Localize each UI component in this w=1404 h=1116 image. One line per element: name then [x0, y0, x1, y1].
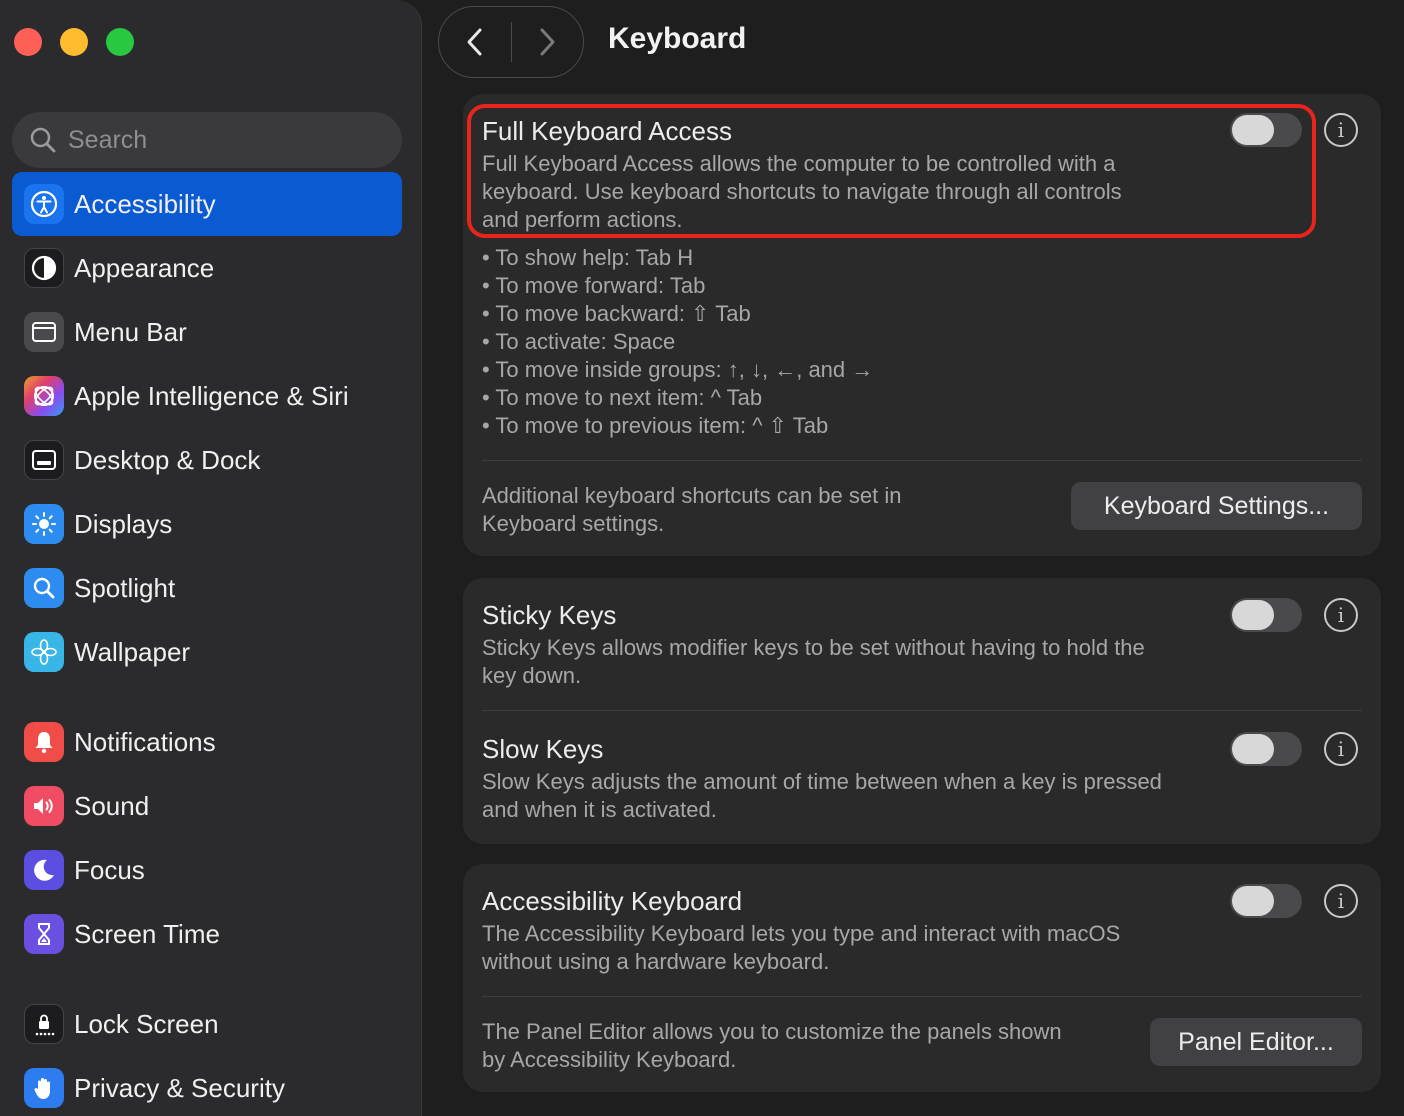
description-line: and when it is activated.: [482, 797, 717, 822]
sidebar-item-label: Accessibility: [74, 188, 216, 219]
toggle-knob: [1232, 734, 1274, 764]
minimize-window-button[interactable]: [60, 28, 88, 56]
shortcut-item: To move forward: Tab: [482, 272, 873, 300]
sidebar-item-label: Lock Screen: [74, 1008, 219, 1039]
sidebar-item-privacy-security[interactable]: Privacy & Security: [12, 1056, 402, 1116]
dock-icon: [24, 440, 64, 480]
sidebar-item-notifications[interactable]: Notifications: [12, 710, 402, 774]
additional-shortcuts-text: Additional keyboard shortcuts can be set…: [482, 482, 901, 538]
sidebar: Search Accessibility Appearance Menu Bar…: [0, 0, 422, 1116]
additional-line: Keyboard settings.: [482, 511, 665, 536]
close-window-button[interactable]: [14, 28, 42, 56]
accessibility-keyboard-title: Accessibility Keyboard: [482, 886, 743, 916]
divider: [482, 460, 1362, 461]
sidebar-item-apple-intelligence-siri[interactable]: Apple Intelligence & Siri: [12, 364, 402, 428]
appearance-icon: [24, 248, 64, 288]
sidebar-item-label: Screen Time: [74, 918, 220, 949]
chevron-left-icon: [467, 28, 482, 56]
displays-icon: [24, 504, 64, 544]
panel-line: by Accessibility Keyboard.: [482, 1047, 737, 1072]
back-button[interactable]: [439, 6, 511, 78]
page-title: Keyboard: [608, 22, 747, 55]
screen-time-icon: [24, 914, 64, 954]
accessibility-icon: [24, 184, 64, 224]
sidebar-item-spotlight[interactable]: Spotlight: [12, 556, 402, 620]
description-line: without using a hardware keyboard.: [482, 949, 830, 974]
sidebar-item-displays[interactable]: Displays: [12, 492, 402, 556]
accessibility-keyboard-description: The Accessibility Keyboard lets you type…: [482, 920, 1120, 976]
sticky-keys-title: Sticky Keys: [482, 600, 617, 630]
sidebar-item-menu-bar[interactable]: Menu Bar: [12, 300, 402, 364]
toggle-knob: [1232, 600, 1274, 630]
search-placeholder: Search: [68, 125, 148, 154]
shortcut-item: To move to previous item: ^ ⇧ Tab: [482, 412, 873, 440]
description-line: key down.: [482, 663, 582, 688]
sidebar-item-accessibility[interactable]: Accessibility: [12, 172, 402, 236]
description-line: Sticky Keys allows modifier keys to be s…: [482, 635, 1145, 660]
sidebar-item-lock-screen[interactable]: Lock Screen: [12, 992, 402, 1056]
zoom-window-button[interactable]: [106, 28, 134, 56]
sidebar-item-label: Displays: [74, 508, 173, 539]
search-input[interactable]: Search: [12, 112, 402, 168]
sidebar-item-label: Menu Bar: [74, 316, 187, 347]
toggle-knob: [1232, 886, 1274, 916]
divider: [482, 996, 1362, 997]
shortcut-item: To move backward: ⇧ Tab: [482, 300, 873, 328]
highlight-box: [467, 104, 1316, 238]
keyboard-settings-button[interactable]: Keyboard Settings...: [1071, 482, 1362, 530]
shortcut-item: To move to next item: ^ Tab: [482, 384, 873, 412]
spotlight-icon: [24, 568, 64, 608]
info-icon[interactable]: i: [1324, 598, 1358, 632]
shortcut-list: To show help: Tab H To move forward: Tab…: [482, 244, 873, 440]
sidebar-item-wallpaper[interactable]: Wallpaper: [12, 620, 402, 684]
notifications-icon: [24, 722, 64, 762]
sticky-keys-toggle[interactable]: [1230, 598, 1302, 632]
slow-keys-title: Slow Keys: [482, 734, 604, 764]
description-line: The Accessibility Keyboard lets you type…: [482, 921, 1121, 946]
description-line: Slow Keys adjusts the amount of time bet…: [482, 769, 1162, 794]
siri-icon: [24, 376, 64, 416]
forward-button[interactable]: [512, 6, 584, 78]
shortcut-item: To move inside groups: ↑, ↓, ←, and →: [482, 356, 873, 384]
navigation-buttons: [438, 6, 584, 78]
slow-keys-description: Slow Keys adjusts the amount of time bet…: [482, 768, 1162, 824]
sticky-slow-keys-card: Sticky Keys Sticky Keys allows modifier …: [463, 578, 1381, 844]
info-icon[interactable]: i: [1324, 732, 1358, 766]
divider: [482, 710, 1362, 711]
info-icon[interactable]: i: [1324, 884, 1358, 918]
shortcut-item: To activate: Space: [482, 328, 873, 356]
sidebar-item-label: Spotlight: [74, 572, 176, 603]
shortcut-item: To show help: Tab H: [482, 244, 873, 272]
focus-icon: [24, 850, 64, 890]
sidebar-item-label: Apple Intelligence & Siri: [74, 380, 349, 411]
sidebar-item-label: Wallpaper: [74, 636, 191, 667]
sticky-keys-description: Sticky Keys allows modifier keys to be s…: [482, 634, 1145, 690]
slow-keys-toggle[interactable]: [1230, 732, 1302, 766]
sidebar-item-desktop-dock[interactable]: Desktop & Dock: [12, 428, 402, 492]
menu-bar-icon: [24, 312, 64, 352]
privacy-hand-icon: [24, 1068, 64, 1108]
magnifier-icon: [30, 127, 56, 153]
panel-editor-button[interactable]: Panel Editor...: [1150, 1018, 1362, 1066]
sidebar-item-sound[interactable]: Sound: [12, 774, 402, 838]
sidebar-item-appearance[interactable]: Appearance: [12, 236, 402, 300]
lock-screen-icon: [24, 1004, 64, 1044]
accessibility-keyboard-toggle[interactable]: [1230, 884, 1302, 918]
panel-line: The Panel Editor allows you to customize…: [482, 1019, 1062, 1044]
additional-line: Additional keyboard shortcuts can be set…: [482, 483, 902, 508]
accessibility-keyboard-card: Accessibility Keyboard The Accessibility…: [463, 864, 1381, 1092]
sidebar-item-screen-time[interactable]: Screen Time: [12, 902, 402, 966]
sidebar-item-label: Appearance: [74, 252, 215, 283]
sidebar-item-label: Desktop & Dock: [74, 444, 261, 475]
sidebar-item-label: Focus: [74, 854, 145, 885]
sound-icon: [24, 786, 64, 826]
panel-editor-text: The Panel Editor allows you to customize…: [482, 1018, 1062, 1074]
info-icon[interactable]: i: [1324, 113, 1358, 147]
chevron-right-icon: [540, 28, 555, 56]
sidebar-item-label: Notifications: [74, 726, 216, 757]
wallpaper-icon: [24, 632, 64, 672]
sidebar-item-focus[interactable]: Focus: [12, 838, 402, 902]
sidebar-item-label: Sound: [74, 790, 150, 821]
sidebar-item-label: Privacy & Security: [74, 1072, 285, 1103]
